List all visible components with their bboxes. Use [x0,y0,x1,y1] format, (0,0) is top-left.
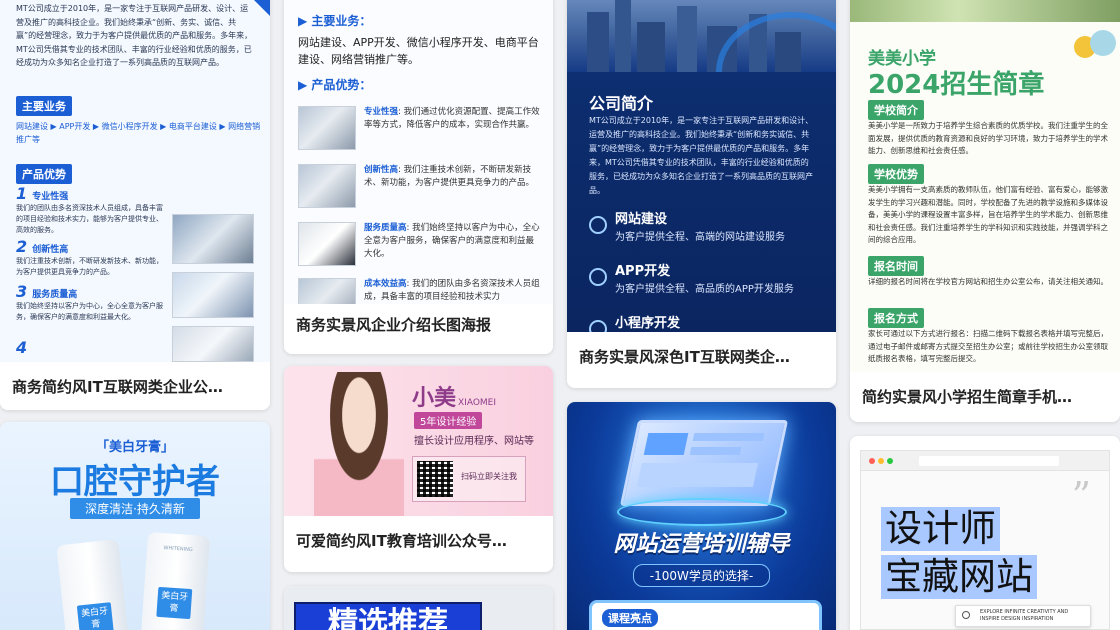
template-card-1[interactable]: MT公司成立于2010年，是一家专注于互联网产品研发、设计、运营及推广的高科技企… [0,0,270,410]
item-photo [298,278,356,304]
maximize-dot-icon [887,458,893,464]
template-card-2[interactable]: ▶ 主要业务： 网站建设、APP开发、微信小程序开发、电商平台建设、网络营销推广… [284,0,553,354]
minimize-dot-icon [878,458,884,464]
template-card-3[interactable]: 公司简介 MT公司成立于2010年，是一家专注于互联网产品研发和设计、运营及推广… [567,0,836,388]
advantage-1: 1 专业性强 我们的团队由多名资深技术人员组成，具备丰富的项目经验和技术实力，能… [16,184,163,234]
business-text: 网站建设、APP开发、微信小程序开发、电商平台建设、网络营销推广等。 [298,36,539,66]
business-heading: ▶ 主要业务： [298,14,372,28]
advantage-3: 3 服务质量高 我们始终坚持以客户为中心，全心全意为客户服务，确保客户的满意度和… [16,282,163,321]
template-gallery: MT公司成立于2010年，是一家专注于互联网产品研发、设计、运营及推广的高科技企… [0,0,1120,630]
advantage-4-number: 4 [16,338,28,357]
template-thumbnail: ” 设计师 宝藏网站 EXPLORE INFINITE CREATIVITY A… [850,436,1120,630]
template-thumbnail: 网站运营培训辅导 -100W学员的选择- 课程亮点 [567,402,836,630]
course-subtitle: -100W学员的选择- [633,564,770,587]
highlight-panel: 课程亮点 [589,600,822,630]
miniprogram-icon [589,320,607,332]
template-card-6[interactable]: 小美 XIAOMEI 5年设计经验 擅长设计应用程序、网站等 扫码立即关注我 可爱… [284,366,553,572]
qr-code-icon [417,461,453,497]
headline-line2: 宝藏网站 [881,555,1037,599]
section-method-tag: 报名方式 [868,308,924,328]
template-title[interactable]: 商务实景风深色IT互联网类企… [567,332,836,388]
template-thumbnail: ▶ 主要业务： 网站建设、APP开发、微信小程序开发、电商平台建设、网络营销推广… [284,0,553,304]
section-advantage-text: 美美小学拥有一支高素质的教师队伍，他们富有经验、富有爱心，能够激发学生的学习兴趣… [868,185,1108,244]
section-intro-text: 美美小学是一所致力于培养学生综合素质的优质学校。我们注重学生的全面发展，提供优质… [868,121,1108,155]
qr-box: 扫码立即关注我 [412,456,526,502]
advantage-heading: ▶ 产品优势： [298,78,372,92]
template-title[interactable]: 商务实景风企业介绍长图海报 [284,304,553,354]
glow-ring [617,498,787,526]
toothpaste-tube-left: 美白牙膏 [56,539,130,630]
laptop-illustration [619,420,789,506]
triangle-icon: ▶ [298,14,312,28]
recommend-title: 精选推荐 [294,602,482,630]
phone-icon [589,268,607,286]
headline-line1: 设计师 [881,507,1000,551]
template-title[interactable]: 简约实景风小学招生简章手机… [850,372,1120,422]
intro-text: MT公司成立于2010年，是一家专注于互联网产品研发和设计、运营及推广的高科技企… [589,116,814,195]
advantage-item: 创新性高: 我们注重技术创新，不断研发新技术、新功能，为客户提供更具竞争力的产品… [298,164,543,214]
business-list: 网站建设 ▶ APP开发 ▶ 微信小程序开发 ▶ 电商平台建设 ▶ 网络营销推广… [16,122,261,144]
item-photo [298,164,356,208]
brand-label: 「美白牙膏」 [95,440,174,455]
business-tag: 主要业务 [16,96,72,116]
advantage-item: 成本效益高: 我们的团队由多名资深技术人员组成，具备丰富的项目经验和技术实力 [298,278,543,304]
search-bar[interactable]: EXPLORE INFINITE CREATIVITY AND INSPIRE … [955,605,1091,627]
template-thumbnail: 精选推荐 [284,586,553,630]
section-intro-tag: 学校简介 [868,100,924,120]
template-card-8[interactable]: ” 设计师 宝藏网站 EXPLORE INFINITE CREATIVITY A… [850,436,1120,630]
toothpaste-tube-right: WHITENING 美白牙膏 [139,531,211,630]
skills-text: 擅长设计应用程序、网站等 [414,436,534,447]
quote-icon: ” [1071,474,1091,518]
course-title: 网站运营培训辅导 [613,532,790,557]
experience-badge: 5年设计经验 [414,412,483,429]
template-thumbnail: 小美 XIAOMEI 5年设计经验 擅长设计应用程序、网站等 扫码立即关注我 [284,366,553,516]
template-thumbnail: MT公司成立于2010年，是一家专注于互联网产品研发、设计、运营及推广的高科技企… [0,0,270,362]
template-thumbnail: 「美白牙膏」 口腔守护者 深度清洁·持久清新 美白牙膏 WHITENING 美白… [0,422,270,630]
address-bar [919,456,1059,466]
section-time-tag: 报名时间 [868,256,924,276]
team-photo [172,272,254,318]
close-dot-icon [869,458,875,464]
advantage-item: 服务质量高: 我们始终坚持以客户为中心，全心全意为客户服务，确保客户的满意度和利… [298,222,543,272]
template-card-9[interactable]: 精选推荐 [284,586,553,630]
browser-toolbar [861,451,1109,471]
template-title[interactable]: 可爱简约风IT教育培训公众号… [284,516,553,572]
company-intro: MT公司成立于2010年，是一家专注于互联网产品研发、设计、运营及推广的高科技企… [16,4,253,67]
template-card-4[interactable]: 美美小学 2024招生简章 学校简介 美美小学是一所致力于培养学生综合素质的优质… [850,0,1120,422]
browser-window: ” 设计师 宝藏网站 EXPLORE INFINITE CREATIVITY A… [860,450,1110,630]
section-advantage-tag: 学校优势 [868,164,924,184]
office-photo [172,326,254,362]
section-time-text: 详细的报名时间将在学校官方网站和招生办公室公布，请关注相关通知。 [868,277,1108,286]
globe-icon [589,216,607,234]
template-thumbnail: 美美小学 2024招生简章 学校简介 美美小学是一所致力于培养学生综合素质的优质… [850,0,1120,372]
highlight-tag: 课程亮点 [602,609,658,627]
blue-circle-decoration [1090,30,1116,56]
template-card-5[interactable]: 「美白牙膏」 口腔守护者 深度清洁·持久清新 美白牙膏 WHITENING 美白… [0,422,270,630]
template-thumbnail: 公司简介 MT公司成立于2010年，是一家专注于互联网产品研发和设计、运营及推广… [567,0,836,332]
advantage-2: 2 创新性高 我们注重技术创新，不断研发新技术、新功能，为客户提供更具竞争力的产… [16,237,163,276]
item-photo [298,106,356,150]
city-skyline-photo [567,0,836,72]
product-subtitle: 深度清洁·持久清新 [70,498,200,519]
meeting-photo [172,214,254,264]
search-icon [962,611,970,619]
students-photo [850,0,1120,22]
product-title: 口腔守护者 [50,462,220,502]
item-photo [298,222,356,266]
headline: 2024招生简章 [868,70,1045,100]
portrait-photo [314,372,404,516]
advantage-tag: 产品优势 [16,164,72,184]
advantage-item: 专业性强: 我们通过优化资源配置、提高工作效率等方式，降低客户的成本，实现合作共… [298,106,543,156]
template-title[interactable]: 商务简约风IT互联网类企业公… [0,364,270,410]
triangle-icon: ▶ [298,78,312,92]
intro-title: 公司简介 [589,94,654,113]
person-name: 小美 XIAOMEI [412,386,497,411]
template-card-7[interactable]: 网站运营培训辅导 -100W学员的选择- 课程亮点 [567,402,836,630]
section-method-text: 家长可通过以下方式进行报名：扫描二维码下载报名表格并填写完整后，通过电子邮件或邮… [868,329,1108,363]
